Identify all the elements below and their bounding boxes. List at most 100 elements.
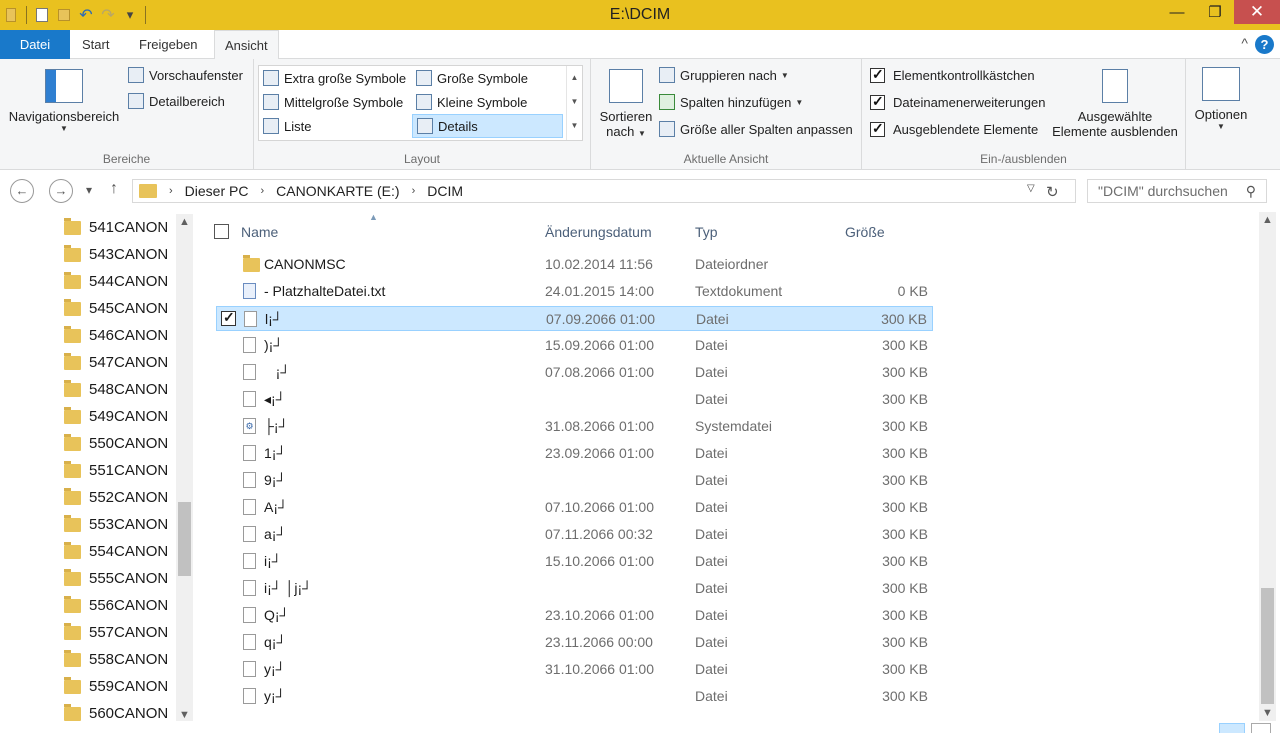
column-divider[interactable] — [837, 218, 838, 242]
tree-item[interactable]: 548CANON — [64, 376, 168, 403]
fit-columns-button[interactable]: Größe aller Spalten anpassen — [659, 121, 853, 137]
tab-start[interactable]: Start — [72, 30, 119, 59]
minimize-button[interactable]: — — [1158, 0, 1196, 24]
navigation-pane-button[interactable]: Navigationsbereich ▼ — [6, 69, 122, 133]
group-by-button[interactable]: Gruppieren nach ▼ — [659, 67, 789, 83]
column-divider[interactable] — [536, 218, 537, 242]
file-row[interactable]: 1¡┘ 23.09.2066 01:00 Datei 300 KB — [216, 441, 933, 466]
scroll-up-icon[interactable]: ▲ — [567, 66, 582, 90]
preview-pane-button[interactable]: Vorschaufenster — [128, 67, 243, 83]
tree-item[interactable]: 553CANON — [64, 511, 168, 538]
tree-item[interactable]: 554CANON — [64, 538, 168, 565]
file-row[interactable]: CANONMSC 10.02.2014 11:56 Dateiordner — [216, 252, 933, 277]
layout-list[interactable]: Liste — [259, 114, 311, 138]
details-view-button[interactable] — [1219, 723, 1245, 733]
breadcrumb-drive[interactable]: CANONKARTE (E:) — [276, 183, 399, 199]
tab-share[interactable]: Freigeben — [129, 30, 208, 59]
tab-file[interactable]: Datei — [0, 30, 70, 59]
column-header-type[interactable]: Typ — [695, 220, 718, 244]
item-checkboxes-toggle[interactable]: Elementkontrollkästchen — [870, 66, 1035, 83]
file-row[interactable]: i¡┘ 15.10.2066 01:00 Datei 300 KB — [216, 549, 933, 574]
file-row[interactable]: ⚙ ├¡┘ 31.08.2066 01:00 Systemdatei 300 KB — [216, 414, 933, 439]
tree-scrollbar[interactable]: ▲ ▼ — [176, 214, 193, 723]
large-icons-view-button[interactable] — [1251, 723, 1271, 733]
scroll-up-icon[interactable]: ▲ — [176, 216, 193, 228]
recent-locations-icon[interactable]: ▾ — [86, 183, 92, 197]
refresh-icon[interactable]: ↻ — [1046, 183, 1059, 201]
scroll-up-icon[interactable]: ▲ — [1259, 214, 1276, 226]
options-button[interactable]: Optionen ▼ — [1190, 67, 1252, 131]
breadcrumb-dcim[interactable]: DCIM — [427, 183, 463, 199]
sort-by-button[interactable]: Sortieren nach ▼ — [595, 69, 657, 139]
column-divider[interactable] — [687, 218, 688, 242]
file-row[interactable]: i¡┘ │j¡┘ Datei 300 KB — [216, 576, 933, 601]
tree-item[interactable]: 549CANON — [64, 403, 168, 430]
tree-item[interactable]: 546CANON — [64, 322, 168, 349]
file-row[interactable]: a¡┘ 07.11.2066 00:32 Datei 300 KB — [216, 522, 933, 547]
details-pane-button[interactable]: Detailbereich — [128, 93, 225, 109]
file-row[interactable]: )¡┘ 15.09.2066 01:00 Datei 300 KB — [216, 333, 933, 358]
add-columns-button[interactable]: Spalten hinzufügen ▼ — [659, 94, 803, 110]
search-input[interactable]: "DCIM" durchsuchen ⚲ — [1087, 179, 1267, 203]
tree-item[interactable]: 550CANON — [64, 430, 168, 457]
help-icon[interactable]: ? — [1255, 35, 1274, 54]
scroll-down-icon[interactable]: ▼ — [567, 90, 582, 114]
close-button[interactable]: ✕ — [1234, 0, 1280, 24]
file-row[interactable]: q¡┘ 23.11.2066 00:00 Datei 300 KB — [216, 630, 933, 655]
file-size: 300 KB — [882, 337, 928, 353]
scrollbar-thumb[interactable] — [178, 502, 191, 576]
address-dropdown-icon[interactable]: ▽ — [1027, 183, 1035, 194]
scroll-down-icon[interactable]: ▼ — [1259, 707, 1276, 719]
tree-item[interactable]: 558CANON — [64, 646, 168, 673]
gallery-scrollbar[interactable]: ▲ ▼ ▼ — [566, 66, 582, 140]
file-row[interactable]: l¡┘ 07.09.2066 01:00 Datei 300 KB — [216, 306, 933, 331]
file-row[interactable]: - PlatzhalteDatei.txt 24.01.2015 14:00 Tex… — [216, 279, 933, 304]
expand-gallery-icon[interactable]: ▼ — [567, 114, 582, 138]
column-divider[interactable] — [936, 218, 937, 242]
layout-small-icons[interactable]: Kleine Symbole — [412, 90, 527, 114]
search-icon[interactable]: ⚲ — [1246, 180, 1256, 202]
file-row[interactable]: y¡┘ Datei 300 KB — [216, 684, 933, 709]
tree-item[interactable]: 544CANON — [64, 268, 168, 295]
forward-button[interactable]: → — [49, 179, 73, 203]
file-row[interactable]: ◂¡┘ Datei 300 KB — [216, 387, 933, 412]
file-extensions-toggle[interactable]: Dateinamenerweiterungen — [870, 93, 1045, 110]
file-row[interactable]: A¡┘ 07.10.2066 01:00 Datei 300 KB — [216, 495, 933, 520]
tree-item[interactable]: 551CANON — [64, 457, 168, 484]
back-button[interactable]: ← — [10, 179, 34, 203]
tree-item[interactable]: 557CANON — [64, 619, 168, 646]
tree-item[interactable]: 556CANON — [64, 592, 168, 619]
up-button[interactable]: ↑ — [110, 180, 118, 198]
scrollbar-thumb[interactable] — [1261, 588, 1274, 704]
layout-medium-icons[interactable]: Mittelgroße Symbole — [259, 90, 403, 114]
maximize-button[interactable]: ❐ — [1196, 0, 1234, 24]
row-checkbox[interactable] — [221, 309, 236, 326]
file-row[interactable]: 9¡┘ Datei 300 KB — [216, 468, 933, 493]
collapse-ribbon-icon[interactable]: ^ — [1241, 35, 1248, 51]
tree-item[interactable]: 547CANON — [64, 349, 168, 376]
tree-item[interactable]: 543CANON — [64, 241, 168, 268]
scroll-down-icon[interactable]: ▼ — [176, 709, 193, 721]
tree-item[interactable]: 541CANON — [64, 214, 168, 241]
column-header-size[interactable]: Größe — [845, 220, 885, 244]
tree-item[interactable]: 559CANON — [64, 673, 168, 700]
layout-large-icons[interactable]: Große Symbole — [412, 66, 528, 90]
navigation-pane-icon — [45, 69, 83, 103]
address-bar[interactable]: › Dieser PC › CANONKARTE (E:) › DCIM — [132, 179, 1076, 203]
tree-item[interactable]: 555CANON — [64, 565, 168, 592]
file-row[interactable]: Q¡┘ 23.10.2066 01:00 Datei 300 KB — [216, 603, 933, 628]
hide-selected-button[interactable]: Ausgewählte Elemente ausblenden — [1048, 69, 1182, 139]
breadcrumb-this-pc[interactable]: Dieser PC — [185, 183, 249, 199]
tree-item[interactable]: 552CANON — [64, 484, 168, 511]
tree-item[interactable]: 545CANON — [64, 295, 168, 322]
column-header-date[interactable]: Änderungsdatum — [545, 220, 652, 244]
file-row[interactable]: ¡┘ 07.08.2066 01:00 Datei 300 KB — [216, 360, 933, 385]
hidden-items-toggle[interactable]: Ausgeblendete Elemente — [870, 120, 1038, 137]
tab-view[interactable]: Ansicht — [214, 30, 279, 60]
column-header-name[interactable]: Name — [241, 220, 279, 244]
file-row[interactable]: y¡┘ 31.10.2066 01:00 Datei 300 KB — [216, 657, 933, 682]
layout-extra-large-icons[interactable]: Extra große Symbole — [259, 66, 406, 90]
layout-details[interactable]: Details — [412, 114, 563, 138]
file-list-scrollbar[interactable]: ▲ ▼ — [1259, 212, 1276, 721]
select-all-checkbox[interactable] — [214, 224, 229, 239]
